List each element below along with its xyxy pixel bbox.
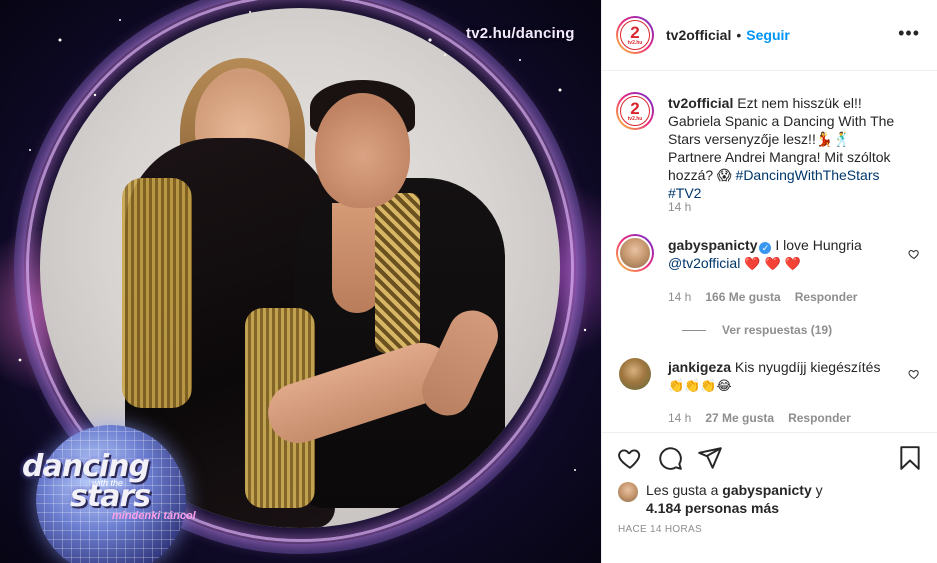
logo-with-the: with the [92,478,124,488]
caption: 2 tv2.hu tv2official Ezt nem hisszük el!… [616,92,926,222]
likes-text: Les gusta a gabyspanicty y 4.184 persona… [646,481,886,517]
separator-dot: • [736,27,742,43]
comment-icon[interactable] [657,445,683,471]
reply-button[interactable]: Responder [795,290,858,304]
comment-text: gabyspanicty ✓ I love Hungria @tv2officia… [668,236,908,274]
likes-prefix: Les gusta a [646,482,719,498]
clap-emoji: 👏👏👏😂 [668,379,732,394]
tv2-mark-sub: tv2.hu [627,39,643,46]
comment-age[interactable]: 14 h [668,411,691,425]
comment-item: jankigeza Kis nyugdíjj kiegészítés 👏👏👏😂 … [616,356,926,426]
view-replies[interactable]: Ver respuestas (19) [682,323,832,337]
avatar[interactable] [616,234,654,272]
more-options-icon[interactable]: ••• [898,24,920,42]
watermark-url: tv2.hu/dancing [466,25,575,42]
paper-plane-icon[interactable] [697,445,723,471]
hashtag-dwts[interactable]: #DancingWithTheStars [736,167,880,183]
heart-icon[interactable] [617,445,643,471]
post-header: 2 tv2.hu tv2official • Seguir ••• [602,0,937,71]
action-bar: Les gusta a gabyspanicty y 4.184 persona… [602,432,937,562]
view-replies-label[interactable]: Ver respuestas (19) [722,323,832,337]
bookmark-icon[interactable] [897,445,923,471]
comment-likes[interactable]: 166 Me gusta [705,290,780,304]
likes-suffix: y [815,482,823,498]
tv2-mark-sub: tv2.hu [627,115,643,122]
likes-others[interactable]: 4.184 personas más [646,500,779,516]
account-name[interactable]: tv2official [666,27,731,43]
tv2-logo-icon[interactable]: 2 tv2.hu [616,16,654,54]
comment-age[interactable]: 14 h [668,290,691,304]
caption-meta: 14 h [668,200,691,214]
comment-username[interactable]: jankigeza [668,359,731,375]
caption-age[interactable]: 14 h [668,200,691,214]
mention-tv2official[interactable]: @tv2official [668,255,740,271]
reply-button[interactable]: Responder [788,411,851,425]
caption-text: tv2official Ezt nem hisszük el!! Gabriel… [668,94,908,202]
tv2-logo-icon[interactable]: 2 tv2.hu [616,92,654,130]
comments-area[interactable]: 2 tv2.hu tv2official Ezt nem hisszük el!… [602,72,937,432]
comment-like-heart-icon[interactable] [908,368,920,380]
comment-body: I love Hungria [775,237,862,253]
avatar[interactable] [619,358,657,396]
replies-line [682,329,706,331]
post-sidebar: 2 tv2.hu tv2official • Seguir ••• 2 tv2.… [601,0,937,563]
comment-text: jankigeza Kis nyugdíjj kiegészítés 👏👏👏😂 [668,358,908,396]
caption-username[interactable]: tv2official [668,95,733,111]
hashtag-tv2[interactable]: #TV2 [668,185,701,201]
verified-badge-icon: ✓ [759,242,772,254]
hearts-emoji: ❤️ ❤️ ❤️ [744,257,802,272]
comment-body: Kis nyugdíjj kiegészítés [734,359,881,375]
tv2-mark: 2 [630,22,640,42]
liker-avatar[interactable] [618,482,638,502]
logo-tagline: mindenki táncol [112,510,196,522]
tv2-mark: 2 [630,98,640,118]
post-image[interactable]: tv2.hu/dancing dancing with the stars mi… [0,0,601,563]
comment-meta: 14 h 27 Me gusta Responder [668,411,851,425]
comment-meta: 14 h 166 Me gusta Responder [668,290,857,304]
follow-button[interactable]: Seguir [746,27,790,43]
comment-like-heart-icon[interactable] [908,248,920,260]
liker-username[interactable]: gabyspanicty [722,482,811,498]
comment-likes[interactable]: 27 Me gusta [705,411,774,425]
show-logo: dancing with the stars mindenki táncol [22,452,222,523]
comment-username[interactable]: gabyspanicty [668,237,757,253]
likes-summary: Les gusta a gabyspanicty y 4.184 persona… [618,481,886,517]
comment-item: gabyspanicty ✓ I love Hungria @tv2officia… [616,234,926,344]
post-timestamp[interactable]: HACE 14 HORAS [618,524,702,535]
